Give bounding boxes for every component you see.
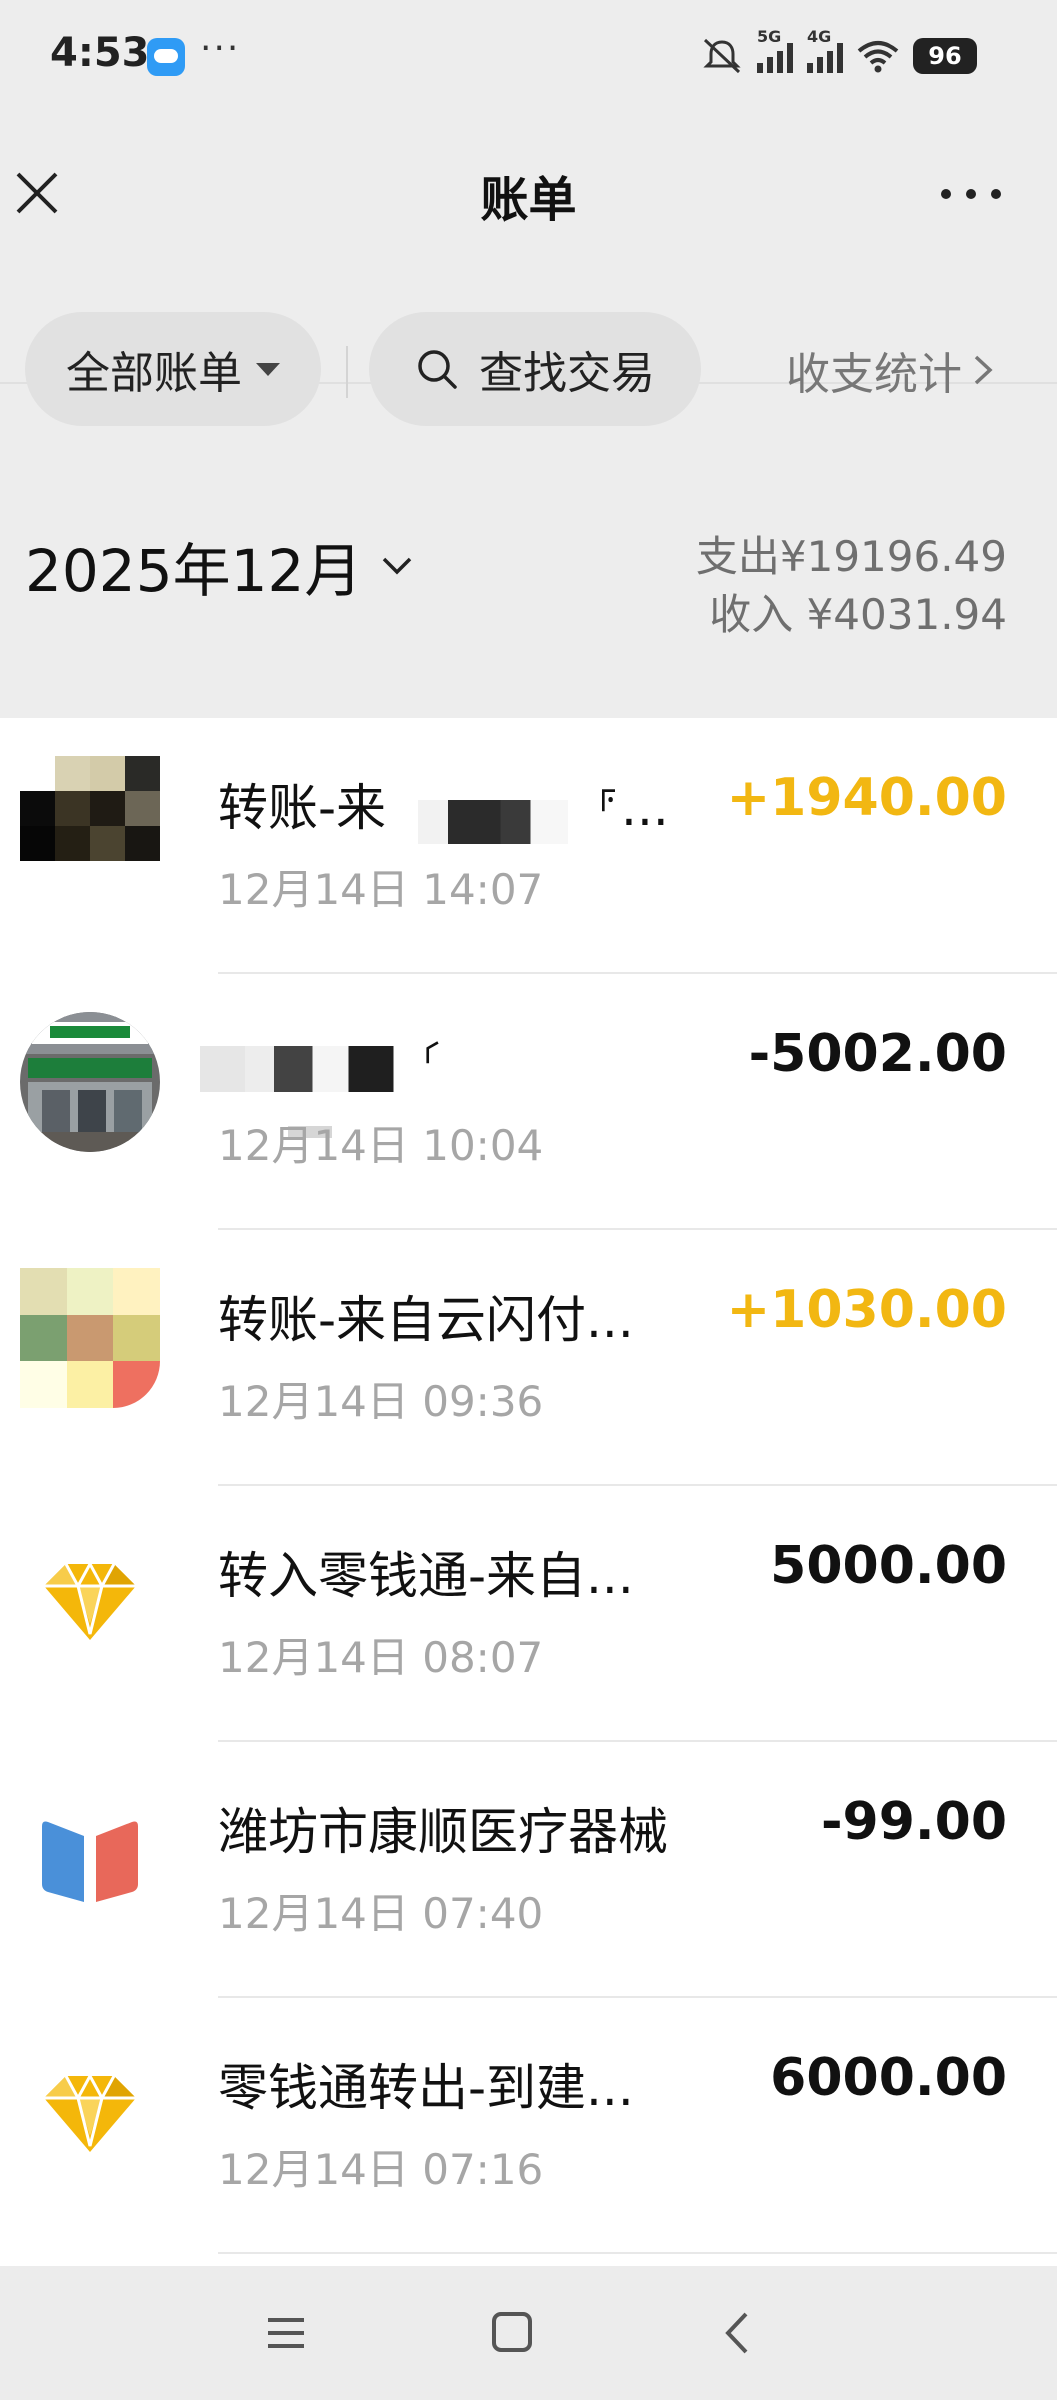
transaction-time: 12月14日 07:16: [218, 2145, 544, 2194]
transaction-title: 转入零钱通-来自...: [218, 1547, 634, 1605]
store-photo-avatar: [20, 1012, 160, 1152]
transaction-time: 12月14日 10:04: [218, 1121, 544, 1170]
transaction-amount: +1030.00: [726, 1280, 1007, 1340]
chevron-right-icon: [974, 355, 993, 385]
income-total: 收入 ¥4031.94: [709, 590, 1007, 639]
search-icon: [418, 350, 457, 389]
battery-icon: 96: [913, 38, 977, 74]
net-label-5g: 5G: [757, 27, 782, 46]
transaction-amount: -5002.00: [748, 1024, 1007, 1084]
all-bills-label: 全部账单: [66, 348, 242, 399]
row-divider: [218, 2252, 1057, 2254]
signal-5g-icon: 5G: [757, 27, 793, 73]
transfer-avatar-icon: [20, 756, 160, 896]
net-label-4g: 4G: [807, 27, 832, 46]
month-label: 2025年12月: [25, 537, 363, 605]
search-label: 查找交易: [479, 348, 655, 399]
transaction-title: 零钱通转出-到建...: [218, 2059, 634, 2117]
transaction-time: 12月14日 14:07: [218, 865, 544, 914]
month-summary: 2025年12月 支出¥19196.49 收入 ¥4031.94: [0, 476, 1057, 718]
page-title: 账单: [480, 172, 577, 228]
status-bar: 4:53 ··· 5G 4G 96: [0, 0, 1057, 118]
wifi-icon: [857, 41, 899, 73]
chevron-down-icon: [383, 557, 412, 575]
more-options-icon[interactable]: [941, 174, 1001, 214]
mute-icon: [703, 38, 741, 74]
transaction-row[interactable]: 转账-来自云闪付... 12月14日 09:36 +1030.00: [0, 1230, 1057, 1486]
transaction-row[interactable]: ⸂ 12月14日 10:04 -5002.00: [0, 974, 1057, 1230]
transaction-row[interactable]: 零钱通转出-到建... 12月14日 07:16 6000.00: [0, 1998, 1057, 2254]
month-selector[interactable]: 2025年12月: [25, 524, 414, 608]
transaction-row[interactable]: 潍坊市康顺医疗器械 12月14日 07:40 -99.00: [0, 1742, 1057, 1998]
stats-label: 收支统计: [786, 349, 962, 400]
redacted-name: [418, 800, 568, 844]
transaction-title-text: 转账-来: [218, 779, 387, 837]
income-expense-stats-link[interactable]: 收支统计: [786, 338, 994, 402]
transaction-title: 潍坊市康顺医疗器械: [218, 1803, 668, 1861]
cloud-icon: [147, 38, 185, 76]
transaction-time: 12月14日 08:07: [218, 1633, 544, 1682]
caret-down-icon: [256, 362, 280, 376]
transaction-amount: 6000.00: [770, 2048, 1007, 2108]
diamond-icon: [20, 2036, 160, 2176]
home-icon[interactable]: [482, 2306, 542, 2360]
redacted-name: [200, 1046, 425, 1092]
transaction-time: 12月14日 09:36: [218, 1377, 544, 1426]
transaction-title-suffix: ⸁...: [596, 779, 669, 837]
menu-icon[interactable]: [256, 2306, 316, 2360]
header: 账单: [0, 118, 1057, 384]
mosaic-avatar: [20, 1268, 160, 1408]
transaction-title-suffix: ⸂: [420, 1031, 445, 1089]
transaction-amount: 5000.00: [770, 1536, 1007, 1596]
diamond-icon: [20, 1524, 160, 1664]
search-transactions-button[interactable]: 查找交易: [369, 312, 701, 426]
signal-4g-icon: 4G: [807, 27, 843, 73]
transaction-time: 12月14日 07:40: [218, 1889, 544, 1938]
transaction-amount: -99.00: [820, 1792, 1007, 1852]
all-bills-filter-button[interactable]: 全部账单: [25, 312, 321, 426]
system-nav-bar: [0, 2266, 1057, 2400]
status-time: 4:53: [50, 30, 150, 76]
filter-bar: 全部账单 查找交易 收支统计: [0, 266, 1057, 742]
more-notifications-icon: ···: [200, 28, 241, 69]
status-icons: 5G 4G 96: [701, 27, 977, 78]
transaction-title: 转账-来自云闪付...: [218, 1291, 634, 1349]
transaction-list: 转账-来 ⸁... 12月14日 14:07 +1940.00 ⸂ 12月14日…: [0, 718, 1057, 2266]
month-totals: 支出¥19196.49 收入 ¥4031.94: [696, 528, 1007, 644]
expense-total: 支出¥19196.49: [695, 532, 1007, 581]
back-icon[interactable]: [708, 2306, 768, 2360]
transaction-row[interactable]: 转账-来 ⸁... 12月14日 14:07 +1940.00: [0, 718, 1057, 974]
transaction-amount: +1940.00: [726, 768, 1007, 828]
transaction-row[interactable]: 转入零钱通-来自... 12月14日 08:07 5000.00: [0, 1486, 1057, 1742]
filter-separator: [346, 346, 348, 398]
merchant-book-icon: [20, 1780, 160, 1920]
